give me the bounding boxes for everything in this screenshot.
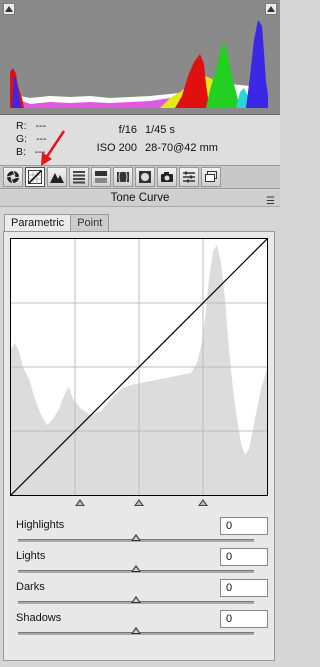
- highlights-value-field[interactable]: 0: [220, 517, 268, 535]
- g-value: ---: [36, 133, 47, 145]
- g-label: G:: [16, 133, 28, 145]
- panel-title-bar: Tone Curve ☰: [0, 190, 280, 207]
- tone-curve-panel: Highlights 0 Lights 0 Darks 0 Shadows 0: [3, 231, 275, 661]
- panel-tool-strip: [0, 165, 280, 189]
- tone-curve-graph[interactable]: [10, 238, 268, 496]
- curve-mode-tabs: Parametric Point: [4, 214, 110, 231]
- histogram-panel: [0, 0, 280, 115]
- tab-parametric[interactable]: Parametric: [4, 214, 72, 231]
- aperture-value: f/16: [118, 124, 137, 136]
- shadows-value-field[interactable]: 0: [220, 610, 268, 628]
- triangle-up-icon: [267, 6, 275, 12]
- camera-info: f/16 1/45 s ISO 200 28-70@42 mm: [90, 121, 218, 157]
- lights-thumb[interactable]: [131, 565, 141, 572]
- presets-tab-button[interactable]: [179, 167, 199, 187]
- b-label: B:: [16, 146, 26, 158]
- highlights-slider: Highlights 0: [16, 517, 268, 547]
- split-toning-icon: [95, 171, 107, 183]
- split-toning-tab-button[interactable]: [91, 167, 111, 187]
- iso-value: ISO 200: [96, 142, 137, 154]
- snapshots-icon: [205, 171, 217, 182]
- lights-value-field[interactable]: 0: [220, 548, 268, 566]
- darks-value-field[interactable]: 0: [220, 579, 268, 597]
- shadows-slider: Shadows 0: [16, 610, 268, 640]
- tab-point[interactable]: Point: [70, 214, 110, 231]
- shadows-label: Shadows: [16, 612, 62, 624]
- lights-slider: Lights 0: [16, 548, 268, 578]
- curve-icon: [28, 170, 42, 184]
- darks-label: Darks: [16, 581, 45, 593]
- tone-curve-tab-button[interactable]: [25, 167, 45, 187]
- midtones-split-handle[interactable]: [134, 499, 144, 506]
- highlights-label: Highlights: [16, 519, 65, 531]
- darks-slider: Darks 0: [16, 579, 268, 609]
- camera-icon: [161, 172, 173, 182]
- hsl-icon: [73, 171, 85, 184]
- panel-menu-icon[interactable]: ☰: [266, 193, 275, 210]
- detail-tab-button[interactable]: [47, 167, 67, 187]
- detail-icon: [50, 173, 64, 183]
- lens-corrections-tab-button[interactable]: [113, 167, 133, 187]
- r-value: ---: [35, 120, 47, 132]
- camera-calibration-tab-button[interactable]: [157, 167, 177, 187]
- rgb-readout: R: --- G: --- B: ---: [16, 120, 47, 159]
- presets-icon: [183, 171, 195, 183]
- effects-icon: [139, 171, 151, 183]
- snapshots-tab-button[interactable]: [201, 167, 221, 187]
- lens-icon: [117, 171, 129, 183]
- hsl-tab-button[interactable]: [69, 167, 89, 187]
- basic-tab-button[interactable]: [3, 167, 23, 187]
- panel-title: Tone Curve: [110, 192, 170, 204]
- b-value: ---: [34, 146, 46, 158]
- aperture-icon: [6, 170, 20, 184]
- highlights-split-handle[interactable]: [198, 499, 208, 506]
- highlights-thumb[interactable]: [131, 534, 141, 541]
- r-label: R:: [16, 120, 27, 132]
- shadows-thumb[interactable]: [131, 627, 141, 634]
- effects-tab-button[interactable]: [135, 167, 155, 187]
- darks-thumb[interactable]: [131, 596, 141, 603]
- lights-label: Lights: [16, 550, 46, 562]
- image-info: R: --- G: --- B: --- f/16 1/45 s ISO 200 28-7…: [0, 115, 280, 165]
- histogram-graph: [10, 20, 268, 108]
- shadows-split-handle[interactable]: [75, 499, 85, 506]
- lens-value: 28-70@42 mm: [145, 142, 218, 154]
- shutter-value: 1/45 s: [145, 124, 175, 136]
